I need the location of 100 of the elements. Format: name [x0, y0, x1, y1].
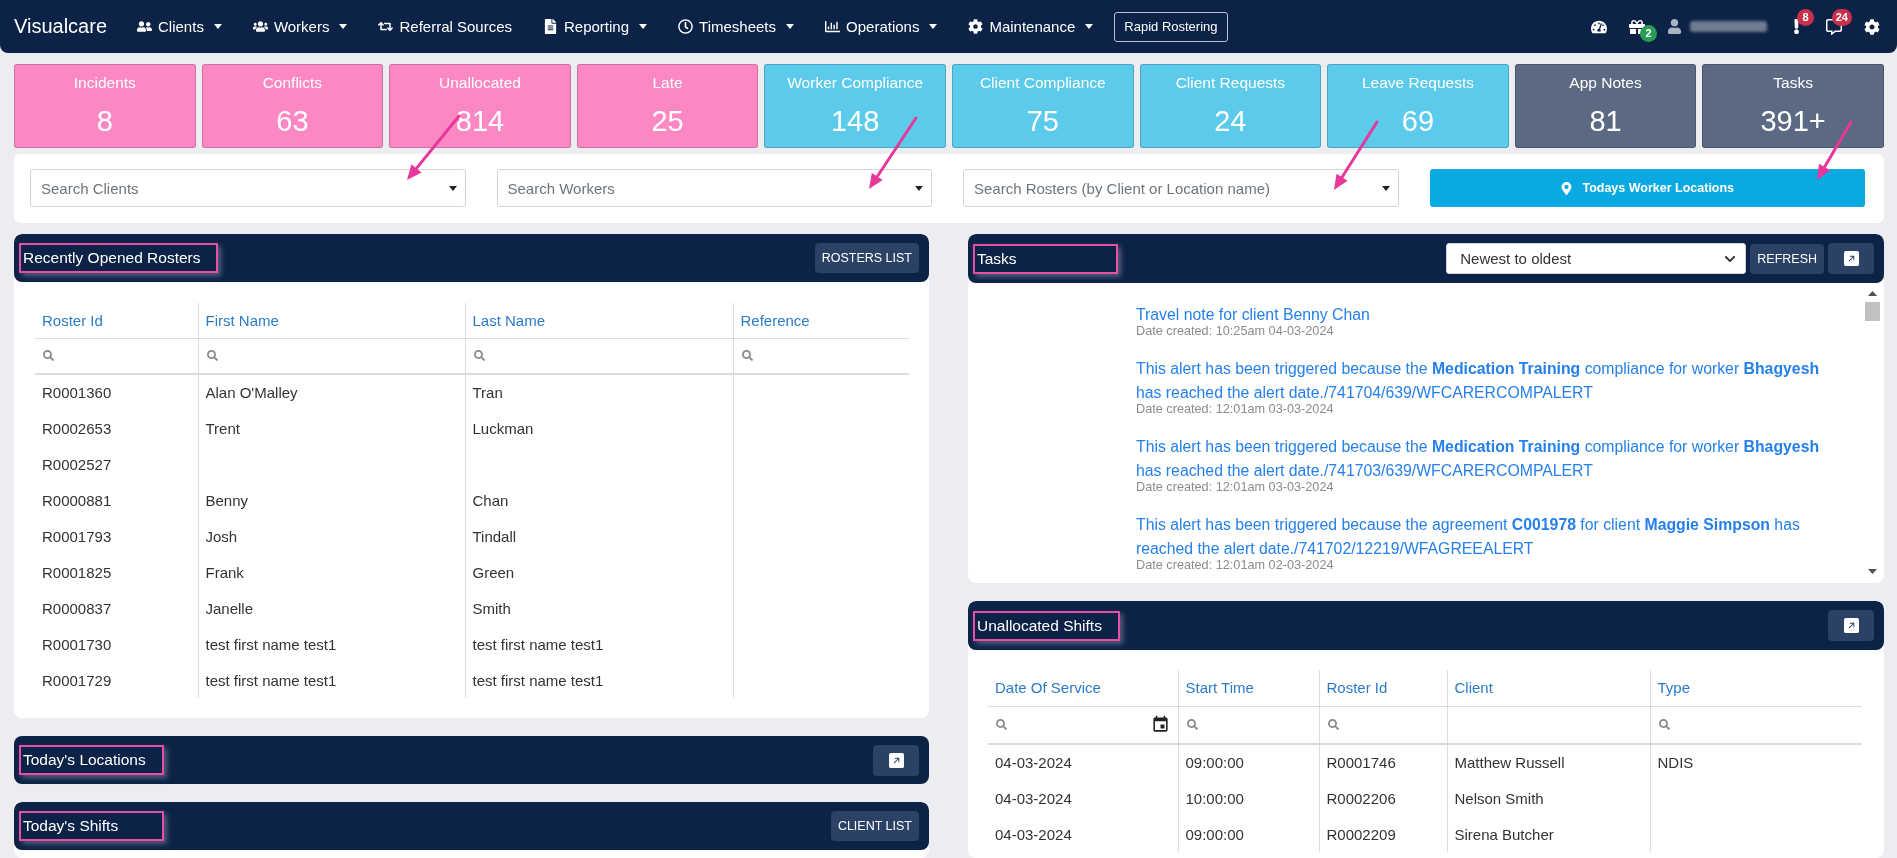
search-field[interactable]: Search Rosters (by Client or Location name): [963, 169, 1399, 207]
column-header[interactable]: Client: [1447, 670, 1650, 706]
nav-menu-item[interactable]: Reporting: [543, 18, 648, 35]
stat-value: 69: [1401, 105, 1435, 137]
sort-select[interactable]: Newest to oldest: [1446, 243, 1747, 274]
table-cell: test first name test1: [198, 626, 465, 662]
notification-badge: 2: [1640, 24, 1657, 42]
stat-label: Leave Requests: [1361, 73, 1474, 92]
search-icon: [206, 350, 218, 362]
stat-label: Incidents: [73, 73, 136, 92]
table-cell: R0002206: [1319, 780, 1447, 816]
column-header[interactable]: Last Name: [465, 303, 733, 338]
stat-label: App Notes: [1569, 73, 1642, 92]
table-cell: R0001746: [1319, 744, 1447, 780]
rostering-button[interactable]: Rapid Rostering: [1114, 11, 1228, 42]
table-cell: Trent: [198, 410, 465, 446]
refresh-button[interactable]: REFRESH: [1750, 243, 1824, 274]
search-icon: [473, 350, 485, 362]
panel-title: Recently Opened Rosters: [19, 243, 219, 273]
table-cell: Green: [465, 554, 733, 590]
nav-menu-item[interactable]: Referral Sources: [378, 18, 512, 35]
rosters-list-button[interactable]: ROSTERS LIST: [814, 243, 919, 273]
table-cell: 09:00:00: [1178, 744, 1319, 780]
calendar-icon[interactable]: [1150, 715, 1170, 735]
search-icon: [1186, 719, 1198, 731]
caret-down-icon: [448, 186, 457, 191]
column-header[interactable]: Type: [1650, 670, 1862, 706]
table-cell: Chan: [465, 482, 733, 518]
scrollbar-thumb[interactable]: [1864, 302, 1880, 321]
stat-tile[interactable]: Tasks 391+: [1702, 64, 1884, 148]
search-icon: [1658, 719, 1670, 731]
table-cell: Nelson Smith: [1447, 780, 1650, 816]
stat-label: Conflicts: [262, 73, 323, 92]
task-link[interactable]: This alert has been triggered because the agreement C001978 for client Maggie Simpson has reached the alert date./741702/12219/WFAGREEALERT: [1136, 513, 1836, 561]
document-icon: [543, 19, 558, 34]
table-cell: 09:00:00: [1178, 816, 1319, 852]
stat-value: 814: [455, 105, 505, 137]
expand-button[interactable]: [1828, 243, 1874, 274]
stat-value: 75: [1026, 105, 1059, 137]
table-cell: Tran: [465, 374, 733, 410]
table-cell: Sirena Butcher: [1447, 816, 1650, 852]
expand-button[interactable]: [873, 744, 919, 776]
table-cell: Frank: [198, 554, 465, 590]
table-cell: Janelle: [198, 590, 465, 626]
column-header[interactable]: Start Time: [1178, 670, 1319, 706]
locations-button[interactable]: Todays Worker Locations: [1429, 169, 1865, 207]
task-date: Date created: 12:01am 03-03-2024: [1136, 480, 1335, 495]
brand-logo[interactable]: Visualcare: [14, 15, 108, 38]
nav-menu-item[interactable]: Operations: [825, 18, 938, 35]
column-header[interactable]: Roster Id: [35, 303, 198, 338]
table-cell: Josh: [198, 518, 465, 554]
scroll-up-icon[interactable]: [1867, 291, 1877, 296]
nav-menu-item[interactable]: Workers: [252, 18, 348, 35]
stat-value: 391+: [1760, 105, 1826, 137]
client-list-button[interactable]: CLIENT LIST: [830, 811, 919, 841]
table-cell: R0002653: [35, 410, 198, 446]
settings-icon[interactable]: [1864, 18, 1880, 35]
search-icon: [43, 350, 54, 362]
task-link[interactable]: Travel note for client Benny Chan: [1136, 303, 1836, 327]
column-header[interactable]: Reference: [733, 303, 909, 338]
task-link[interactable]: This alert has been triggered because the Medication Training compliance for worker Bhagyesh has reached the alert date./741704/639/WFCARERCOMPALERT: [1136, 357, 1836, 405]
users-icon: [137, 19, 153, 34]
task-date: Date created: 10:25am 04-03-2024: [1136, 324, 1335, 339]
stat-label: Unallocated: [439, 73, 521, 92]
nav-menu-item[interactable]: Timesheets: [678, 18, 795, 35]
notification-badge: 8: [1797, 9, 1814, 26]
caret-down-icon: [1381, 186, 1390, 191]
table-cell: test first name test1: [465, 662, 733, 698]
table-cell: Luckman: [465, 410, 733, 446]
bar-chart-icon: [825, 19, 841, 34]
search-field[interactable]: Search Workers: [496, 169, 932, 207]
scroll-down-icon[interactable]: [1867, 569, 1877, 574]
user-icon[interactable]: [1667, 19, 1682, 34]
nav-menu-item[interactable]: Clients: [137, 18, 222, 35]
task-link[interactable]: This alert has been triggered because the Medication Training compliance for worker Bhagyesh has reached the alert date./741703/639/WFCARERCOMPALERT: [1136, 435, 1836, 483]
table-cell: R0001793: [35, 518, 198, 554]
table-cell: R0001730: [35, 626, 198, 662]
table-cell: R0000837: [35, 590, 198, 626]
map-pin-icon: [1560, 181, 1574, 195]
stat-value: 24: [1214, 105, 1247, 137]
nav-menu-item[interactable]: Maintenance: [968, 18, 1094, 35]
table-cell: test first name test1: [198, 662, 465, 698]
table-cell: R0002527: [35, 446, 198, 482]
panel-title: Today's Shifts: [19, 811, 164, 841]
column-header[interactable]: First Name: [198, 303, 465, 338]
stat-value: 25: [651, 105, 684, 137]
stat-tile[interactable]: App Notes 81: [1514, 64, 1697, 148]
gauge-icon[interactable]: [1591, 18, 1607, 35]
table-cell: Benny: [198, 482, 465, 518]
search-field[interactable]: Search Clients: [30, 169, 466, 207]
column-header[interactable]: Roster Id: [1319, 670, 1447, 706]
table-cell: Tindall: [465, 518, 733, 554]
column-header[interactable]: Date Of Service: [988, 670, 1178, 706]
table-cell: NDIS: [1650, 744, 1862, 780]
expand-button[interactable]: [1828, 610, 1874, 641]
search-icon: [1327, 719, 1339, 731]
stat-label: Worker Compliance: [787, 73, 924, 92]
clock-icon: [678, 19, 694, 34]
table-cell: R0001360: [35, 374, 198, 410]
panel-title: Today's Locations: [19, 745, 164, 775]
